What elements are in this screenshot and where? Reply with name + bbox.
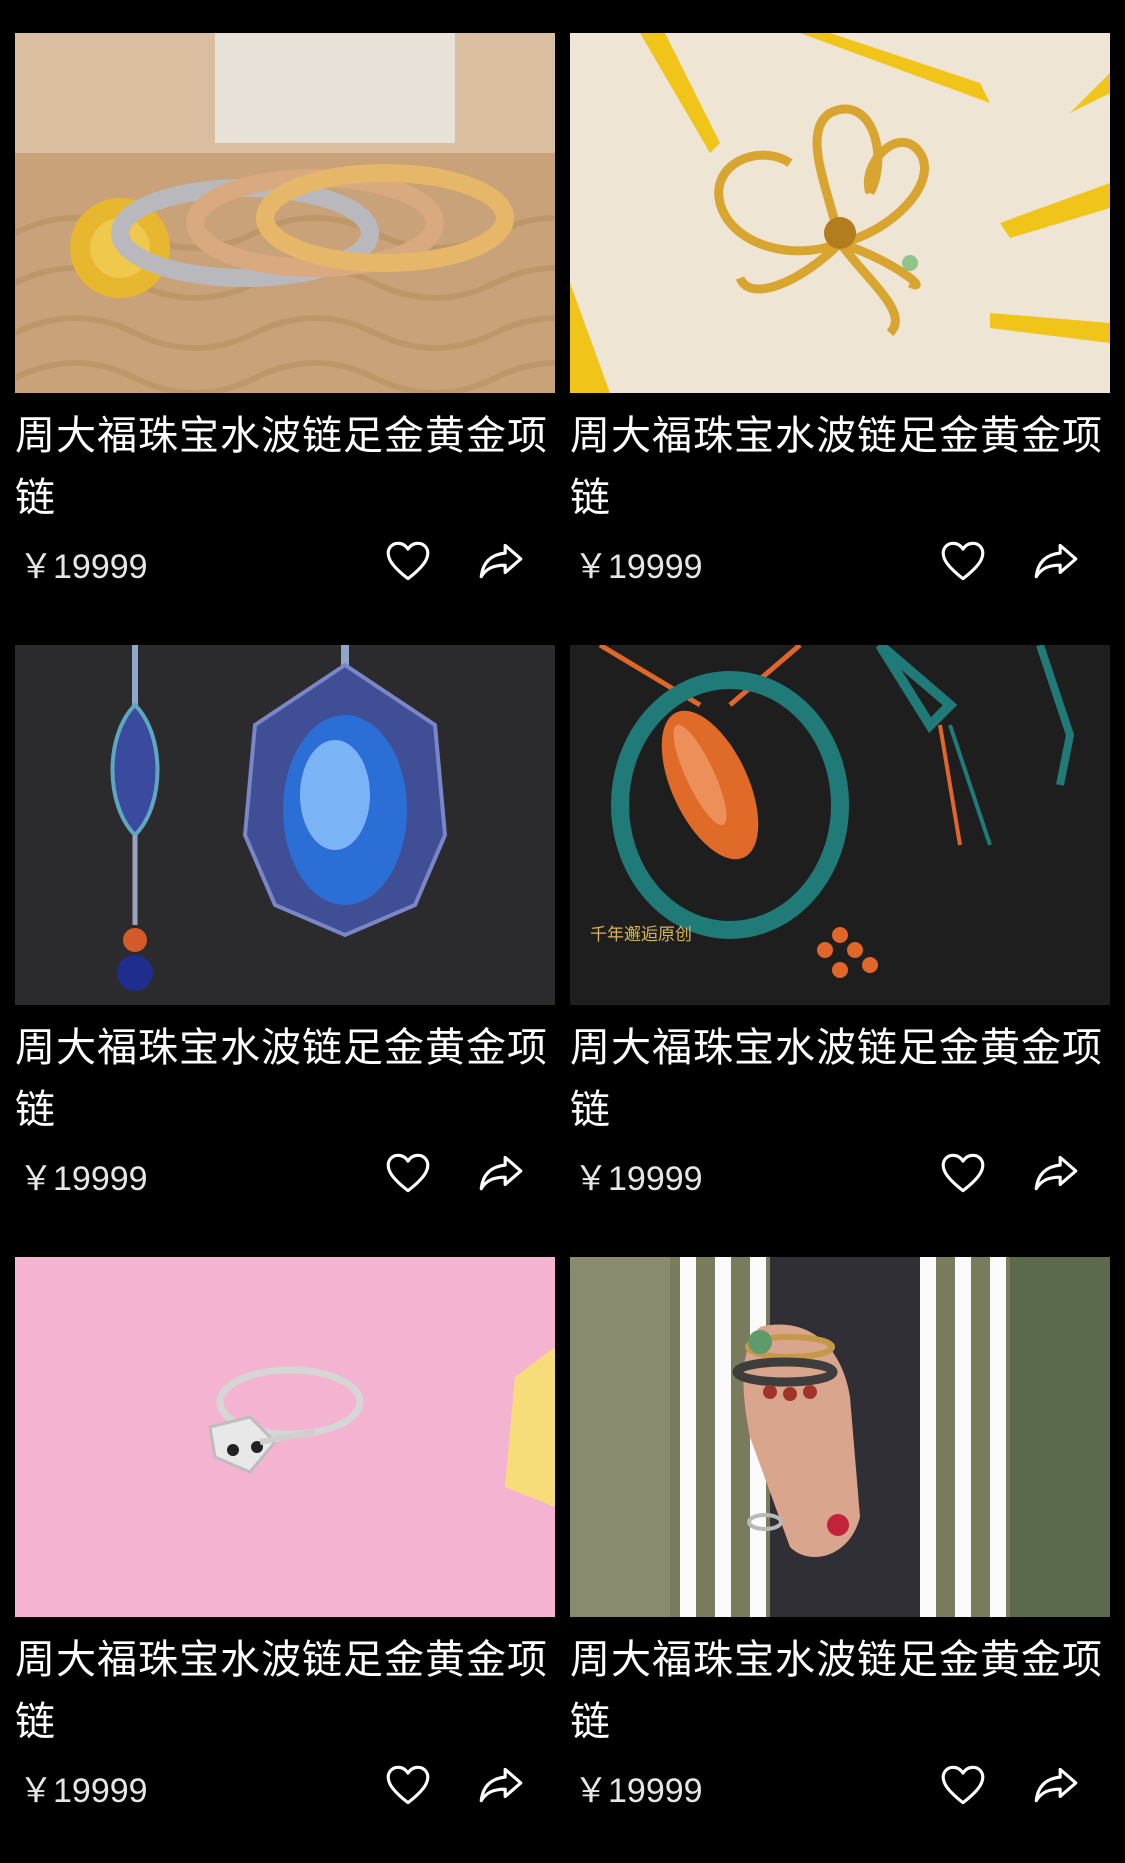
product-card[interactable]: 周大福珠宝水波链足金黄金项链 ￥19999: [15, 645, 555, 1205]
heart-outline-icon[interactable]: [380, 1757, 436, 1813]
product-price: ￥19999: [19, 548, 148, 586]
product-price: ￥19999: [19, 1160, 148, 1198]
product-image[interactable]: 千年邂逅原创: [570, 645, 1110, 1005]
product-card[interactable]: 周大福珠宝水波链足金黄金项链 ￥19999: [15, 33, 555, 593]
product-title[interactable]: 周大福珠宝水波链足金黄金项链: [570, 405, 1110, 529]
share-arrow-icon[interactable]: [473, 1757, 529, 1813]
product-image[interactable]: [15, 645, 555, 1005]
share-arrow-icon[interactable]: [473, 533, 529, 589]
product-price: ￥19999: [19, 1772, 148, 1810]
svg-text:千年邂逅原创: 千年邂逅原创: [590, 925, 692, 945]
product-image[interactable]: [15, 33, 555, 393]
product-title[interactable]: 周大福珠宝水波链足金黄金项链: [570, 1629, 1110, 1753]
product-card[interactable]: 周大福珠宝水波链足金黄金项链 ￥19999: [570, 1257, 1110, 1817]
product-grid: 周大福珠宝水波链足金黄金项链 ￥19999 周大福珠宝水波链足金黄金项链 ￥19…: [0, 0, 1125, 1863]
product-price: ￥19999: [574, 1160, 703, 1198]
product-title[interactable]: 周大福珠宝水波链足金黄金项链: [15, 1629, 555, 1753]
product-card[interactable]: 周大福珠宝水波链足金黄金项链 ￥19999: [570, 33, 1110, 593]
share-arrow-icon[interactable]: [1028, 1757, 1084, 1813]
heart-outline-icon[interactable]: [935, 533, 991, 589]
share-arrow-icon[interactable]: [473, 1145, 529, 1201]
share-arrow-icon[interactable]: [1028, 1145, 1084, 1201]
heart-outline-icon[interactable]: [935, 1145, 991, 1201]
heart-outline-icon[interactable]: [380, 1145, 436, 1201]
product-card[interactable]: 周大福珠宝水波链足金黄金项链 ￥19999: [15, 1257, 555, 1817]
product-title[interactable]: 周大福珠宝水波链足金黄金项链: [570, 1017, 1110, 1141]
product-price: ￥19999: [574, 1772, 703, 1810]
heart-outline-icon[interactable]: [935, 1757, 991, 1813]
product-image[interactable]: [570, 33, 1110, 393]
product-image[interactable]: [15, 1257, 555, 1617]
product-title[interactable]: 周大福珠宝水波链足金黄金项链: [15, 405, 555, 529]
product-title[interactable]: 周大福珠宝水波链足金黄金项链: [15, 1017, 555, 1141]
heart-outline-icon[interactable]: [380, 533, 436, 589]
share-arrow-icon[interactable]: [1028, 533, 1084, 589]
product-card[interactable]: 千年邂逅原创 周大福珠宝水波链足金黄金项链 ￥19999: [570, 645, 1110, 1205]
product-price: ￥19999: [574, 548, 703, 586]
product-image[interactable]: [570, 1257, 1110, 1617]
